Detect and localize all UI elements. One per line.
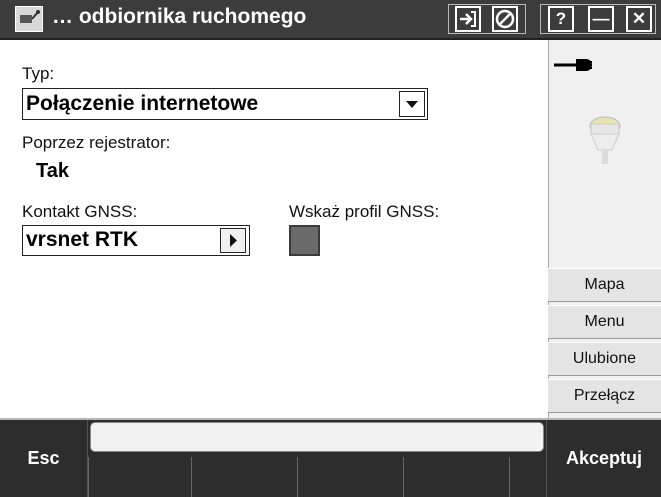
map-button[interactable]: Mapa [548,268,661,302]
softkey-2[interactable] [191,457,297,497]
power-plug-icon [552,54,602,76]
via-logger-value: Tak [36,160,69,182]
title-bar: … odbiornika ruchomego ? — ✕ [0,0,661,40]
connection-type-value: Połączenie internetowe [26,92,259,115]
softkey-4[interactable] [403,457,509,497]
menu-button[interactable]: Menu [548,305,661,339]
gnss-receiver-icon [584,110,626,170]
show-profile-label: Wskaż profil GNSS: [289,202,440,221]
no-entry-icon[interactable] [492,6,518,32]
close-button[interactable]: ✕ [626,6,652,32]
login-arrow-icon[interactable] [455,6,481,32]
softkey-1[interactable] [88,457,191,497]
softkey-5[interactable] [509,457,546,497]
gnss-contact-value: vrsnet RTK [26,228,139,251]
accept-button[interactable]: Akceptuj [546,420,661,497]
antenna-icon[interactable] [15,6,43,32]
chevron-right-icon[interactable] [220,228,246,253]
softkey-3[interactable] [297,457,403,497]
via-logger-label: Poprzez rejestrator: [22,133,171,152]
esc-button[interactable]: Esc [0,420,88,497]
favorites-button[interactable]: Ulubione [548,342,661,376]
type-label: Typ: [22,64,55,83]
switch-button[interactable]: Przełącz [548,379,661,413]
show-profile-checkbox[interactable] [289,225,320,256]
help-button[interactable]: ? [548,6,574,32]
status-line [90,422,544,452]
gnss-contact-select[interactable]: vrsnet RTK [22,225,250,256]
gnss-contact-label: Kontakt GNSS: [22,202,138,221]
chevron-down-icon[interactable] [399,91,425,117]
window-title: … odbiornika ruchomego [52,5,307,28]
minimize-button[interactable]: — [588,6,614,32]
connection-type-select[interactable]: Połączenie internetowe [22,88,428,120]
